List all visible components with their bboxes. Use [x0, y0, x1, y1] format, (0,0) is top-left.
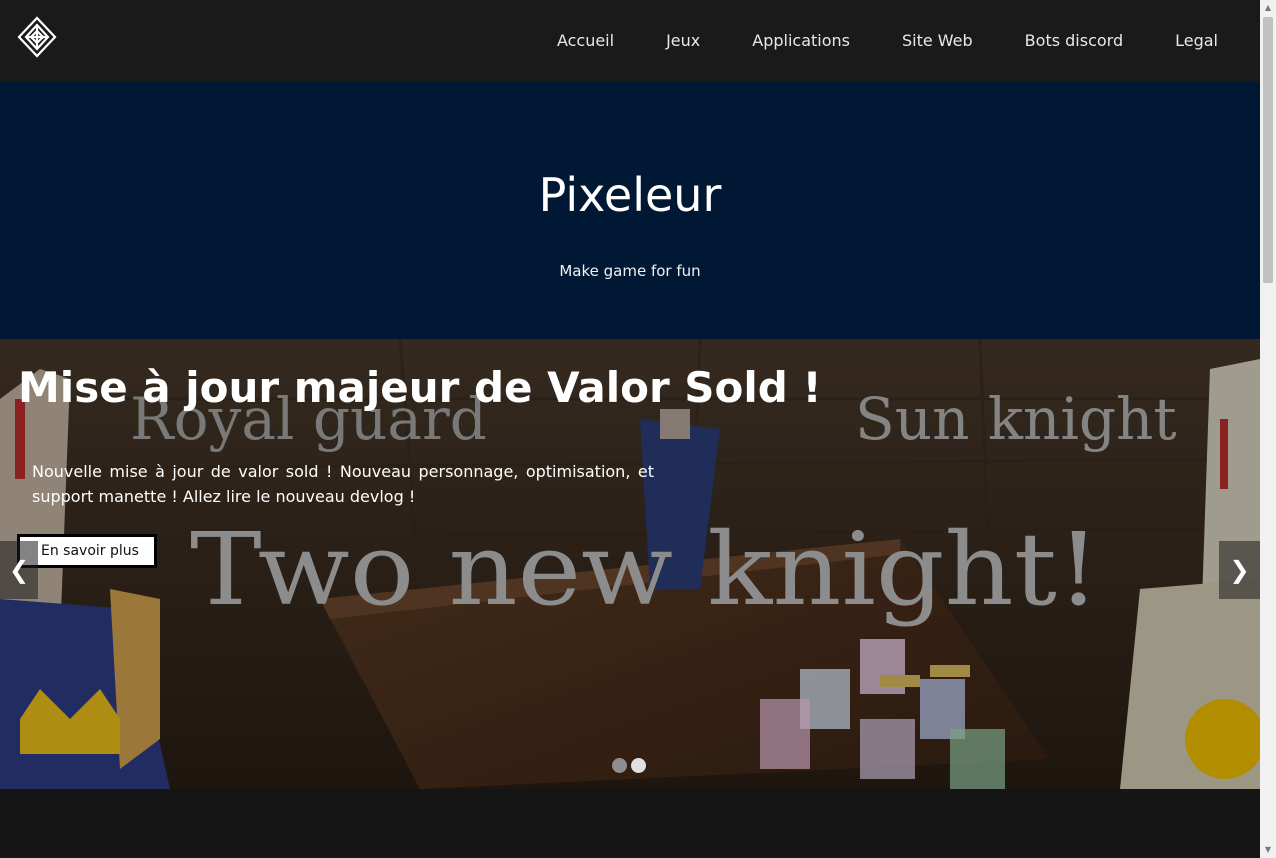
vertical-scrollbar[interactable]: ▲ ▼ — [1260, 0, 1276, 858]
nav-links: Accueil Jeux Applications Site Web Bots … — [505, 0, 1218, 80]
scrollbar-thumb[interactable] — [1263, 17, 1273, 283]
carousel-dot-2[interactable] — [631, 758, 646, 773]
nav-link-jeux[interactable]: Jeux — [666, 31, 700, 50]
nav-link-legal[interactable]: Legal — [1175, 31, 1218, 50]
scroll-down-arrow-icon[interactable]: ▼ — [1260, 842, 1276, 858]
learn-more-button[interactable]: En savoir plus — [17, 534, 157, 568]
carousel-indicators — [612, 758, 650, 773]
carousel-dot-1[interactable] — [612, 758, 627, 773]
hero-title: Pixeleur — [538, 168, 722, 222]
chevron-left-icon: ❮ — [8, 556, 30, 584]
carousel-next-button[interactable]: ❯ — [1219, 541, 1260, 599]
logo-icon[interactable] — [17, 16, 57, 58]
slide-title: Mise à jour majeur de Valor Sold ! — [18, 363, 822, 412]
page: Accueil Jeux Applications Site Web Bots … — [0, 0, 1260, 858]
scroll-up-arrow-icon[interactable]: ▲ — [1260, 0, 1276, 16]
nav-link-site-web[interactable]: Site Web — [902, 31, 973, 50]
nav-link-bots-discord[interactable]: Bots discord — [1025, 31, 1123, 50]
page-content-area — [0, 789, 1260, 858]
carousel-prev-button[interactable]: ❮ — [0, 541, 38, 599]
nav-link-applications[interactable]: Applications — [752, 31, 850, 50]
slide-description: Nouvelle mise à jour de valor sold ! Nou… — [32, 462, 654, 506]
chevron-right-icon: ❯ — [1229, 556, 1250, 584]
navbar: Accueil Jeux Applications Site Web Bots … — [0, 0, 1260, 82]
news-carousel: Royal guard Sun knight Two new knight! M… — [0, 339, 1260, 789]
nav-link-accueil[interactable]: Accueil — [557, 31, 614, 50]
hero-subtitle: Make game for fun — [559, 262, 701, 280]
hero-banner: Pixeleur Make game for fun — [0, 82, 1260, 339]
